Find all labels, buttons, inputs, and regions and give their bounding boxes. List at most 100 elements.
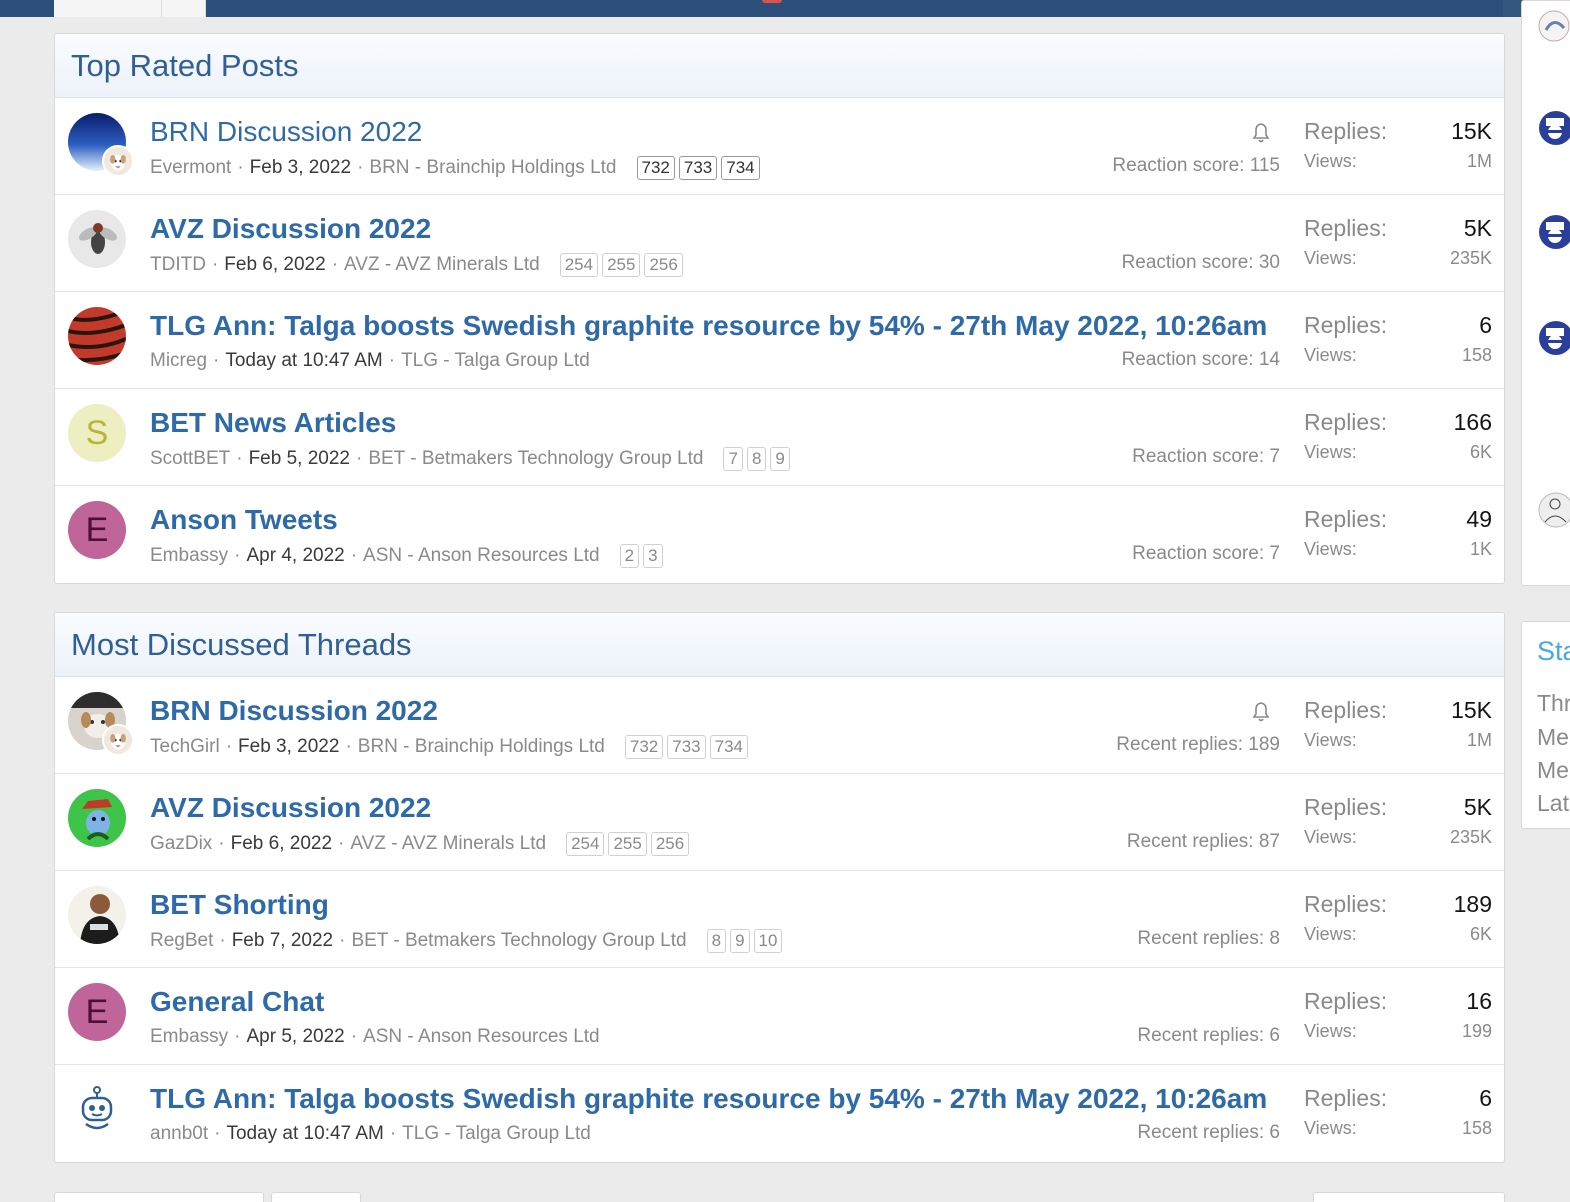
thread-date[interactable]: Feb 6, 2022 [231, 833, 332, 855]
pagination-goto[interactable] [271, 1192, 361, 1202]
page-link[interactable]: 733 [667, 735, 706, 759]
nav-tabs[interactable] [54, 0, 206, 17]
thread-author-link[interactable]: annb0t [150, 1123, 208, 1145]
user-avatar[interactable] [68, 789, 126, 847]
page-link[interactable]: 734 [721, 156, 760, 180]
thread-title-link[interactable]: BET Shorting [150, 889, 329, 921]
replies-label: Replies: [1304, 118, 1388, 144]
user-avatar[interactable]: E [68, 501, 126, 559]
user-avatar[interactable] [68, 1080, 126, 1138]
thread-forum-link[interactable]: AVZ - AVZ Minerals Ltd [344, 254, 540, 276]
thread-title-link[interactable]: AVZ Discussion 2022 [150, 792, 431, 824]
thread-author-link[interactable]: ScottBET [150, 448, 230, 470]
pagination-next[interactable] [1313, 1192, 1505, 1202]
last-poster-avatar[interactable] [102, 145, 134, 177]
page-link[interactable]: 8 [746, 447, 767, 471]
thread-forum-link[interactable]: AVZ - AVZ Minerals Ltd [350, 833, 546, 855]
page-link[interactable]: 254 [566, 832, 605, 856]
user-avatar[interactable] [68, 307, 126, 365]
thread-date[interactable]: Today at 10:47 AM [225, 350, 382, 372]
page-link[interactable]: 255 [602, 253, 641, 277]
thread-title-link[interactable]: Anson Tweets [150, 504, 338, 536]
thread-date[interactable]: Feb 6, 2022 [224, 254, 325, 276]
user-avatar[interactable]: E [68, 983, 126, 1041]
replies-count: 6 [1479, 1085, 1492, 1111]
page-link[interactable]: 732 [636, 156, 675, 180]
thread-score: Reaction score: 30 [1121, 252, 1280, 273]
thread-date[interactable]: Feb 7, 2022 [232, 930, 333, 952]
views-label: Views: [1304, 1021, 1357, 1041]
block-title[interactable]: Top Rated Posts [71, 48, 298, 84]
thread-forum-link[interactable]: BET - Betmakers Technology Group Ltd [368, 448, 703, 470]
member-avatar[interactable] [1538, 8, 1570, 44]
page-link[interactable]: 254 [559, 253, 599, 277]
thread-author-link[interactable]: Embassy [150, 1026, 228, 1048]
thread-author-link[interactable]: Micreg [150, 350, 207, 372]
views-count: 199 [1461, 1021, 1492, 1041]
thread-author-link[interactable]: Evermont [150, 157, 231, 179]
thread-title-link[interactable]: AVZ Discussion 2022 [150, 213, 431, 245]
thread-score: Recent replies: 8 [1137, 928, 1280, 949]
thread-forum-link[interactable]: TLG - Talga Group Ltd [401, 350, 590, 372]
page-link[interactable]: 2 [619, 544, 640, 568]
page-link[interactable]: 3 [643, 544, 663, 568]
thread-title-link[interactable]: TLG Ann: Talga boosts Swedish graphite r… [150, 310, 1267, 342]
page-link[interactable]: 734 [709, 735, 749, 759]
page-link[interactable]: 256 [650, 832, 690, 856]
page-link[interactable]: 7 [723, 447, 743, 471]
block-title[interactable]: Most Discussed Threads [71, 627, 412, 663]
thread-forum-link[interactable]: ASN - Anson Resources Ltd [363, 1026, 600, 1048]
thread-date[interactable]: Apr 4, 2022 [246, 545, 344, 567]
thread-title-link[interactable]: TLG Ann: Talga boosts Swedish graphite r… [150, 1083, 1267, 1115]
page-link[interactable]: 10 [753, 929, 783, 953]
thread-forum-link[interactable]: BRN - Brainchip Holdings Ltd [369, 157, 616, 179]
page-link[interactable]: 9 [770, 447, 790, 471]
thread-author-link[interactable]: TechGirl [150, 736, 220, 758]
thread-date[interactable]: Today at 10:47 AM [226, 1123, 383, 1145]
thread-author-link[interactable]: Embassy [150, 545, 228, 567]
user-avatar[interactable]: S [68, 404, 126, 462]
user-avatar[interactable] [68, 210, 126, 268]
last-poster-avatar[interactable] [102, 724, 134, 756]
thread-forum-link[interactable]: TLG - Talga Group Ltd [402, 1123, 591, 1145]
thread-date[interactable]: Feb 5, 2022 [249, 448, 350, 470]
thread-date[interactable]: Feb 3, 2022 [238, 736, 339, 758]
member-avatar[interactable] [1538, 214, 1570, 250]
bell-icon[interactable] [1250, 699, 1272, 723]
replies-label: Replies: [1304, 988, 1388, 1014]
member-avatar[interactable] [1538, 110, 1570, 146]
thread-forum-link[interactable]: BRN - Brainchip Holdings Ltd [358, 736, 605, 758]
views-count: 1M [1466, 151, 1492, 171]
thread-meta: GazDix · Feb 6, 2022 · AVZ - AVZ Minerals Lt… [150, 832, 690, 856]
thread-page-links: 254 255 256 [566, 832, 690, 856]
thread-meta: TDITD · Feb 6, 2022 · AVZ - AVZ Minerals Ltd… [150, 253, 683, 277]
thread-title-link[interactable]: BET News Articles [150, 407, 396, 439]
thread-title-link[interactable]: BRN Discussion 2022 [150, 695, 438, 727]
thread-author-link[interactable]: RegBet [150, 930, 213, 952]
page-link[interactable]: 733 [678, 156, 718, 180]
thread-date[interactable]: Feb 3, 2022 [250, 157, 351, 179]
page-link[interactable]: 256 [644, 253, 683, 277]
member-avatar[interactable] [1538, 320, 1570, 356]
thread-author-link[interactable]: TDITD [150, 254, 206, 276]
page-link[interactable]: 255 [608, 832, 647, 856]
thread-forum-link[interactable]: ASN - Anson Resources Ltd [363, 545, 600, 567]
page-link[interactable]: 8 [706, 929, 727, 953]
meta-separator: · [218, 833, 225, 854]
thread-title-link[interactable]: General Chat [150, 986, 324, 1018]
page-link[interactable]: 732 [624, 735, 664, 759]
pagination[interactable] [54, 1192, 264, 1202]
thread-forum-link[interactable]: BET - Betmakers Technology Group Ltd [351, 930, 686, 952]
thread-title-link[interactable]: BRN Discussion 2022 [150, 116, 422, 148]
thread-author-link[interactable]: GazDix [150, 833, 212, 855]
thread-meta: ScottBET · Feb 5, 2022 · BET - Betmakers Tec… [150, 447, 790, 471]
user-avatar[interactable] [68, 886, 126, 944]
thread-score: Reaction score: 7 [1132, 543, 1280, 564]
views-label: Views: [1304, 151, 1357, 171]
member-avatar[interactable] [1538, 492, 1570, 528]
bell-icon[interactable] [1250, 120, 1272, 144]
replies-count: 49 [1466, 506, 1492, 532]
thread-date[interactable]: Apr 5, 2022 [246, 1026, 344, 1048]
stat-messages-label: Me [1537, 724, 1569, 750]
page-link[interactable]: 9 [730, 929, 750, 953]
